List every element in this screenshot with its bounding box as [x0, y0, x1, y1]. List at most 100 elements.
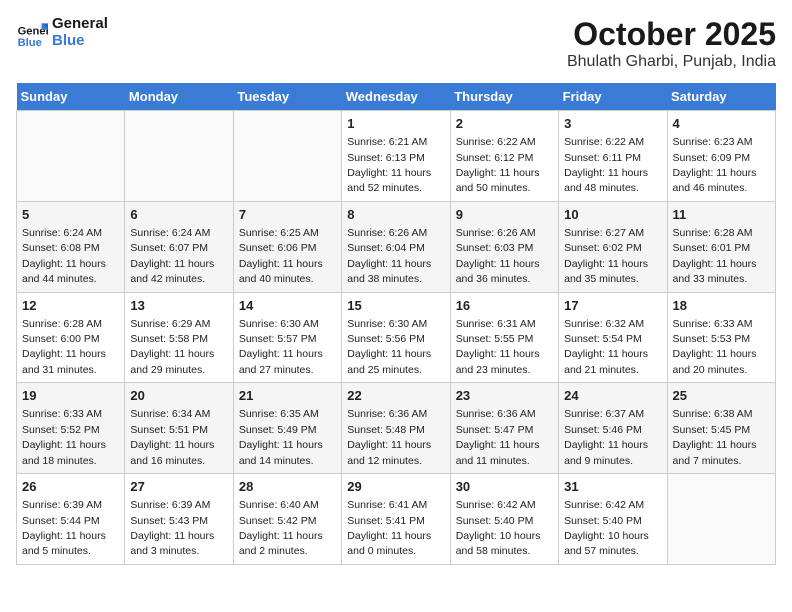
day-number: 12: [22, 297, 119, 315]
day-info: Sunrise: 6:39 AM Sunset: 5:43 PM Dayligh…: [130, 499, 214, 557]
header-thursday: Thursday: [450, 83, 558, 111]
day-number: 14: [239, 297, 336, 315]
calendar-cell: 25 Sunrise: 6:38 AM Sunset: 5:45 PM Dayli…: [667, 383, 775, 474]
calendar-cell: 9Sunrise: 6:26 AM Sunset: 6:03 PM Daylig…: [450, 201, 558, 292]
calendar-cell: 19 Sunrise: 6:33 AM Sunset: 5:52 PM Dayli…: [17, 383, 125, 474]
day-number: 22: [347, 387, 444, 405]
calendar-week-3: 12 Sunrise: 6:28 AM Sunset: 6:00 PM Dayli…: [17, 292, 776, 383]
day-info: Sunrise: 6:25 AM Sunset: 6:06 PM Dayligh…: [239, 227, 323, 285]
day-info: Sunrise: 6:26 AM Sunset: 6:03 PM Dayligh…: [456, 227, 540, 285]
calendar-cell: [667, 474, 775, 565]
day-number: 15: [347, 297, 444, 315]
day-number: 13: [130, 297, 227, 315]
calendar-cell: 22 Sunrise: 6:36 AM Sunset: 5:48 PM Dayli…: [342, 383, 450, 474]
page-title: October 2025: [567, 16, 776, 53]
day-number: 3: [564, 115, 661, 133]
calendar-cell: 8 Sunrise: 6:26 AM Sunset: 6:04 PM Daylig…: [342, 201, 450, 292]
calendar-cell: 26Sunrise: 6:39 AM Sunset: 5:44 PM Dayli…: [17, 474, 125, 565]
day-number: 6: [130, 206, 227, 224]
day-number: 17: [564, 297, 661, 315]
header-wednesday: Wednesday: [342, 83, 450, 111]
day-number: 2: [456, 115, 553, 133]
day-number: 11: [673, 206, 770, 224]
calendar-cell: 17 Sunrise: 6:32 AM Sunset: 5:54 PM Dayli…: [559, 292, 667, 383]
calendar-cell: 14 Sunrise: 6:30 AM Sunset: 5:57 PM Dayli…: [233, 292, 341, 383]
day-number: 19: [22, 387, 119, 405]
calendar-cell: 24Sunrise: 6:37 AM Sunset: 5:46 PM Dayli…: [559, 383, 667, 474]
day-info: Sunrise: 6:42 AM Sunset: 5:40 PM Dayligh…: [456, 499, 541, 557]
day-number: 29: [347, 478, 444, 496]
calendar-cell: 28Sunrise: 6:40 AM Sunset: 5:42 PM Dayli…: [233, 474, 341, 565]
logo-text-blue: Blue: [52, 33, 108, 50]
day-number: 10: [564, 206, 661, 224]
calendar-cell: [233, 111, 341, 202]
day-info: Sunrise: 6:36 AM Sunset: 5:47 PM Dayligh…: [456, 408, 540, 466]
calendar-cell: 23 Sunrise: 6:36 AM Sunset: 5:47 PM Dayli…: [450, 383, 558, 474]
day-info: Sunrise: 6:42 AM Sunset: 5:40 PM Dayligh…: [564, 499, 649, 557]
calendar-cell: 5 Sunrise: 6:24 AM Sunset: 6:08 PM Daylig…: [17, 201, 125, 292]
day-number: 18: [673, 297, 770, 315]
day-info: Sunrise: 6:24 AM Sunset: 6:08 PM Dayligh…: [22, 227, 106, 285]
day-number: 30: [456, 478, 553, 496]
logo-text-general: General: [52, 16, 108, 33]
day-info: Sunrise: 6:33 AM Sunset: 5:52 PM Dayligh…: [22, 408, 106, 466]
header-sunday: Sunday: [17, 83, 125, 111]
day-info: Sunrise: 6:30 AM Sunset: 5:56 PM Dayligh…: [347, 318, 431, 376]
day-number: 5: [22, 206, 119, 224]
calendar-cell: 18 Sunrise: 6:33 AM Sunset: 5:53 PM Dayli…: [667, 292, 775, 383]
day-info: Sunrise: 6:38 AM Sunset: 5:45 PM Dayligh…: [673, 408, 757, 466]
day-number: 8: [347, 206, 444, 224]
calendar-cell: 15 Sunrise: 6:30 AM Sunset: 5:56 PM Dayli…: [342, 292, 450, 383]
calendar-cell: 3 Sunrise: 6:22 AM Sunset: 6:11 PM Daylig…: [559, 111, 667, 202]
day-info: Sunrise: 6:22 AM Sunset: 6:12 PM Dayligh…: [456, 136, 540, 194]
calendar-cell: [17, 111, 125, 202]
page-subtitle: Bhulath Gharbi, Punjab, India: [567, 53, 776, 71]
day-number: 24: [564, 387, 661, 405]
calendar-cell: 30 Sunrise: 6:42 AM Sunset: 5:40 PM Dayli…: [450, 474, 558, 565]
day-info: Sunrise: 6:27 AM Sunset: 6:02 PM Dayligh…: [564, 227, 648, 285]
day-number: 1: [347, 115, 444, 133]
day-info: Sunrise: 6:34 AM Sunset: 5:51 PM Dayligh…: [130, 408, 214, 466]
calendar-week-2: 5 Sunrise: 6:24 AM Sunset: 6:08 PM Daylig…: [17, 201, 776, 292]
calendar-week-5: 26Sunrise: 6:39 AM Sunset: 5:44 PM Dayli…: [17, 474, 776, 565]
day-info: Sunrise: 6:32 AM Sunset: 5:54 PM Dayligh…: [564, 318, 648, 376]
day-number: 31: [564, 478, 661, 496]
calendar-week-1: 1Sunrise: 6:21 AM Sunset: 6:13 PM Daylig…: [17, 111, 776, 202]
day-info: Sunrise: 6:36 AM Sunset: 5:48 PM Dayligh…: [347, 408, 431, 466]
calendar-cell: 10 Sunrise: 6:27 AM Sunset: 6:02 PM Dayli…: [559, 201, 667, 292]
day-number: 28: [239, 478, 336, 496]
day-number: 27: [130, 478, 227, 496]
calendar-cell: 1Sunrise: 6:21 AM Sunset: 6:13 PM Daylig…: [342, 111, 450, 202]
calendar-cell: 2 Sunrise: 6:22 AM Sunset: 6:12 PM Daylig…: [450, 111, 558, 202]
calendar-cell: 20Sunrise: 6:34 AM Sunset: 5:51 PM Dayli…: [125, 383, 233, 474]
day-number: 4: [673, 115, 770, 133]
day-number: 25: [673, 387, 770, 405]
header-tuesday: Tuesday: [233, 83, 341, 111]
calendar-cell: 16Sunrise: 6:31 AM Sunset: 5:55 PM Dayli…: [450, 292, 558, 383]
calendar-cell: 7Sunrise: 6:25 AM Sunset: 6:06 PM Daylig…: [233, 201, 341, 292]
day-info: Sunrise: 6:30 AM Sunset: 5:57 PM Dayligh…: [239, 318, 323, 376]
day-number: 21: [239, 387, 336, 405]
day-info: Sunrise: 6:28 AM Sunset: 6:01 PM Dayligh…: [673, 227, 757, 285]
day-info: Sunrise: 6:39 AM Sunset: 5:44 PM Dayligh…: [22, 499, 106, 557]
day-info: Sunrise: 6:41 AM Sunset: 5:41 PM Dayligh…: [347, 499, 431, 557]
day-info: Sunrise: 6:28 AM Sunset: 6:00 PM Dayligh…: [22, 318, 106, 376]
day-info: Sunrise: 6:33 AM Sunset: 5:53 PM Dayligh…: [673, 318, 757, 376]
logo-icon: General Blue: [16, 17, 48, 49]
logo: General Blue General Blue: [16, 16, 108, 49]
calendar-cell: 12 Sunrise: 6:28 AM Sunset: 6:00 PM Dayli…: [17, 292, 125, 383]
calendar-cell: 13 Sunrise: 6:29 AM Sunset: 5:58 PM Dayli…: [125, 292, 233, 383]
day-info: Sunrise: 6:26 AM Sunset: 6:04 PM Dayligh…: [347, 227, 431, 285]
day-info: Sunrise: 6:23 AM Sunset: 6:09 PM Dayligh…: [673, 136, 757, 194]
calendar-cell: 29 Sunrise: 6:41 AM Sunset: 5:41 PM Dayli…: [342, 474, 450, 565]
day-info: Sunrise: 6:29 AM Sunset: 5:58 PM Dayligh…: [130, 318, 214, 376]
calendar-cell: 11 Sunrise: 6:28 AM Sunset: 6:01 PM Dayli…: [667, 201, 775, 292]
day-number: 23: [456, 387, 553, 405]
header-friday: Friday: [559, 83, 667, 111]
page-header: General Blue General Blue October 2025 B…: [16, 16, 776, 71]
day-info: Sunrise: 6:31 AM Sunset: 5:55 PM Dayligh…: [456, 318, 540, 376]
day-info: Sunrise: 6:22 AM Sunset: 6:11 PM Dayligh…: [564, 136, 648, 194]
day-info: Sunrise: 6:35 AM Sunset: 5:49 PM Dayligh…: [239, 408, 323, 466]
calendar-header-row: SundayMondayTuesdayWednesdayThursdayFrid…: [17, 83, 776, 111]
calendar-cell: 6Sunrise: 6:24 AM Sunset: 6:07 PM Daylig…: [125, 201, 233, 292]
